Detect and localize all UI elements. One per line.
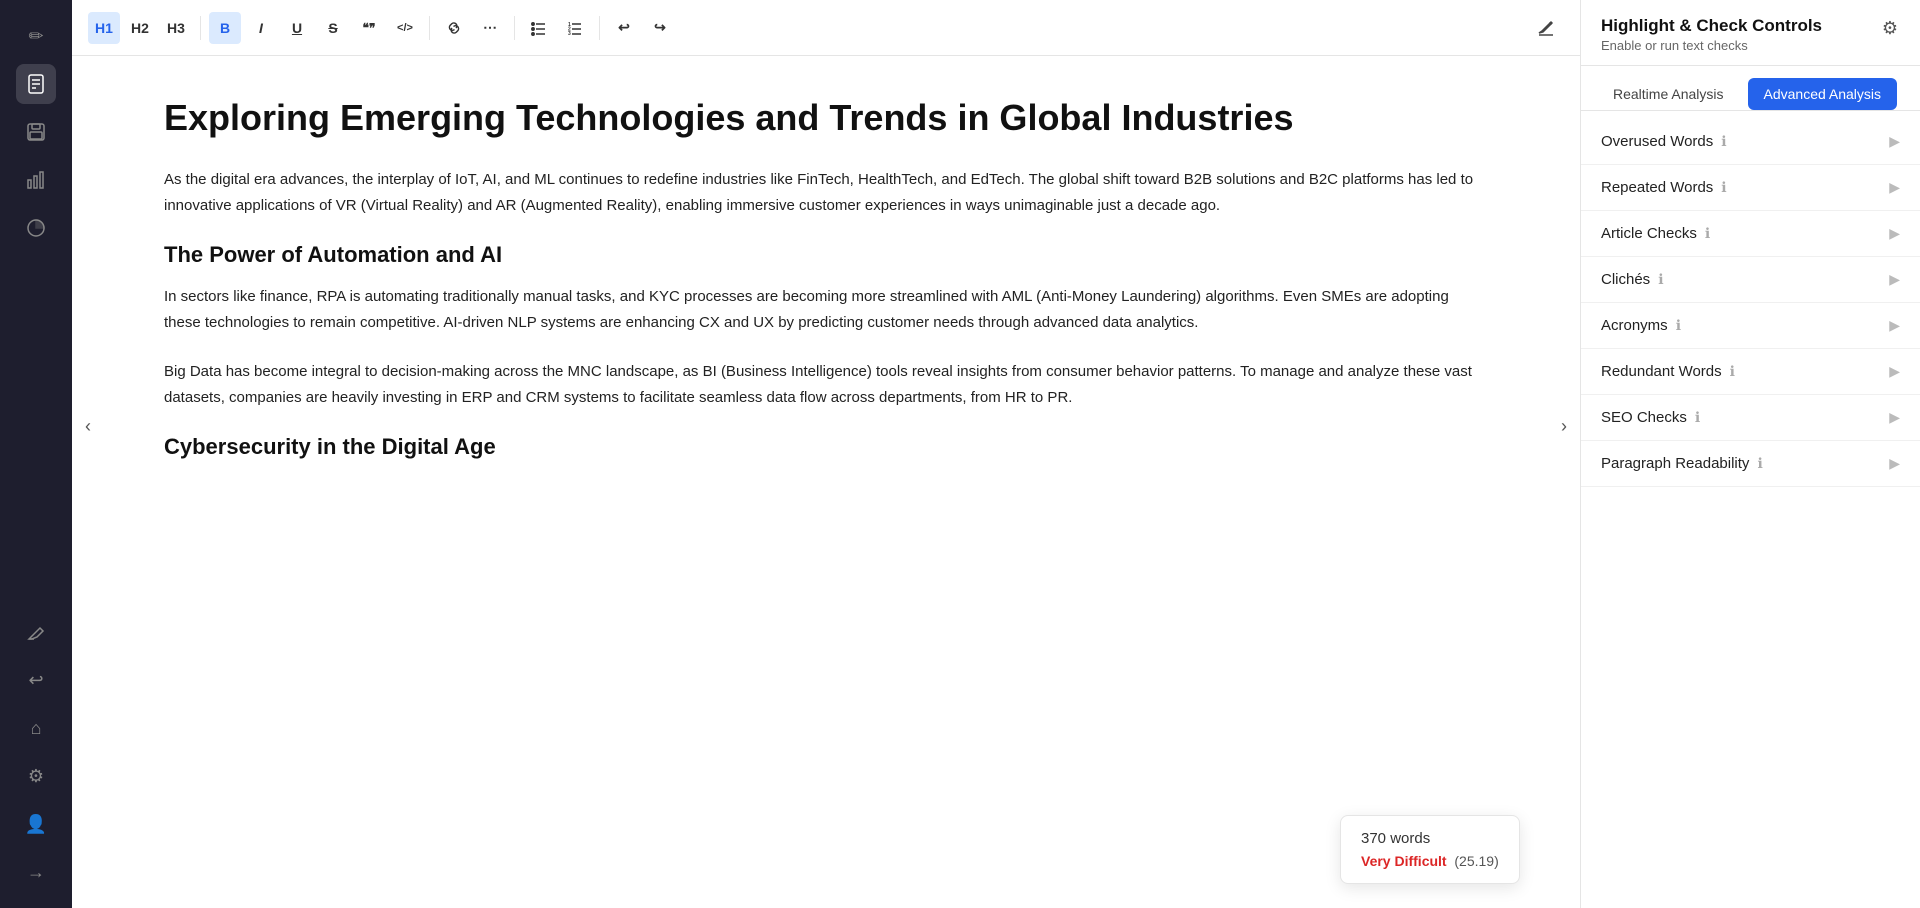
check-item-seo-checks[interactable]: SEO Checks ℹ ▶ [1581,395,1920,441]
redundant-arrow-icon: ▶ [1889,363,1900,380]
check-item-cliches[interactable]: Clichés ℹ ▶ [1581,257,1920,303]
difficulty-score: (25.19) [1454,853,1498,869]
repeated-info-icon: ℹ [1721,179,1726,196]
readability-info-icon: ℹ [1757,455,1762,472]
h1-button[interactable]: H1 [88,12,120,44]
sidebar-user-icon[interactable]: 👤 [16,804,56,844]
sidebar-document-icon[interactable] [16,64,56,104]
bold-button[interactable]: B [209,12,241,44]
strikethrough-button[interactable]: S [317,12,349,44]
article-arrow-icon: ▶ [1889,225,1900,242]
italic-button[interactable]: I [245,12,277,44]
heading-automation: The Power of Automation and AI [164,242,1488,268]
sidebar-chart-icon[interactable] [16,160,56,200]
check-item-redundant-words[interactable]: Redundant Words ℹ ▶ [1581,349,1920,395]
seo-arrow-icon: ▶ [1889,409,1900,426]
paragraph-2: In sectors like finance, RPA is automati… [164,284,1488,335]
edit-mode-button[interactable] [1528,10,1564,46]
svg-text:3: 3 [568,31,571,36]
cliches-info-icon: ℹ [1658,271,1663,288]
divider-2 [429,16,430,40]
quote-button[interactable]: ❝❞ [353,12,385,44]
sidebar-undo-icon[interactable]: ↩ [16,660,56,700]
check-item-article-label: Article Checks ℹ [1601,225,1710,242]
underline-button[interactable]: U [281,12,313,44]
word-count-label: 370 words [1361,830,1499,847]
word-count-difficulty: Very Difficult (25.19) [1361,853,1499,869]
sidebar-settings-icon[interactable]: ⚙ [16,756,56,796]
check-item-readability-label: Paragraph Readability ℹ [1601,455,1763,472]
paragraph-1: As the digital era advances, the interpl… [164,167,1488,218]
check-item-repeated-label: Repeated Words ℹ [1601,179,1727,196]
panel-subtitle: Enable or run text checks [1601,38,1822,53]
check-item-overused-label: Overused Words ℹ [1601,133,1727,150]
bullet-list-button[interactable] [523,12,555,44]
check-item-overused-words[interactable]: Overused Words ℹ ▶ [1581,119,1920,165]
code-button[interactable]: </> [389,12,421,44]
link-button[interactable] [438,12,470,44]
article-info-icon: ℹ [1705,225,1710,242]
check-item-paragraph-readability[interactable]: Paragraph Readability ℹ ▶ [1581,441,1920,487]
panel-header: Highlight & Check Controls Enable or run… [1581,0,1920,66]
divider-3 [514,16,515,40]
tab-advanced-analysis[interactable]: Advanced Analysis [1748,78,1898,110]
nav-left-arrow[interactable]: ‹ [72,56,104,908]
check-item-repeated-words[interactable]: Repeated Words ℹ ▶ [1581,165,1920,211]
seo-info-icon: ℹ [1695,409,1700,426]
redo-toolbar-button[interactable]: ↪ [644,12,676,44]
divider-1 [200,16,201,40]
check-item-acronyms-label: Acronyms ℹ [1601,317,1681,334]
panel-tabs: Realtime Analysis Advanced Analysis [1581,66,1920,111]
more-button[interactable]: ⋯ [474,12,506,44]
panel-check-items: Overused Words ℹ ▶ Repeated Words ℹ ▶ Ar… [1581,111,1920,908]
right-panel: Highlight & Check Controls Enable or run… [1580,0,1920,908]
word-count-popup: 370 words Very Difficult (25.19) [1340,815,1520,884]
overused-info-icon: ℹ [1721,133,1726,150]
repeated-arrow-icon: ▶ [1889,179,1900,196]
overused-arrow-icon: ▶ [1889,133,1900,150]
sidebar-pie-icon[interactable] [16,208,56,248]
readability-arrow-icon: ▶ [1889,455,1900,472]
difficulty-label: Very Difficult [1361,853,1447,869]
h2-button[interactable]: H2 [124,12,156,44]
toolbar: H1 H2 H3 B I U S ❝❞ </> ⋯ [72,0,1580,56]
sidebar-home-icon[interactable]: ⌂ [16,708,56,748]
check-item-redundant-label: Redundant Words ℹ [1601,363,1735,380]
nav-right-arrow[interactable]: › [1548,56,1580,908]
check-item-article-checks[interactable]: Article Checks ℹ ▶ [1581,211,1920,257]
document-title: Exploring Emerging Technologies and Tren… [164,96,1488,139]
heading-cybersecurity: Cybersecurity in the Digital Age [164,434,1488,460]
editor-container: ‹ Exploring Emerging Technologies and Tr… [72,56,1580,908]
panel-title: Highlight & Check Controls [1601,16,1822,36]
check-item-acronyms[interactable]: Acronyms ℹ ▶ [1581,303,1920,349]
tab-realtime-analysis[interactable]: Realtime Analysis [1597,78,1740,110]
sidebar-pen-icon[interactable]: ✏ [16,16,56,56]
numbered-list-button[interactable]: 1 2 3 [559,12,591,44]
sidebar-highlight-icon[interactable] [16,612,56,652]
sidebar-arrow-icon[interactable]: → [16,852,56,892]
main-area: H1 H2 H3 B I U S ❝❞ </> ⋯ [72,0,1580,908]
divider-4 [599,16,600,40]
redundant-info-icon: ℹ [1730,363,1735,380]
sidebar-save-icon[interactable] [16,112,56,152]
acronyms-info-icon: ℹ [1676,317,1681,334]
sidebar: ✏ ↩ ⌂ ⚙ [0,0,72,908]
h3-button[interactable]: H3 [160,12,192,44]
undo-toolbar-button[interactable]: ↩ [608,12,640,44]
panel-settings-icon[interactable]: ⚙ [1880,16,1900,41]
cliches-arrow-icon: ▶ [1889,271,1900,288]
acronyms-arrow-icon: ▶ [1889,317,1900,334]
check-item-cliches-label: Clichés ℹ [1601,271,1664,288]
check-item-seo-label: SEO Checks ℹ [1601,409,1700,426]
editor-content[interactable]: Exploring Emerging Technologies and Tren… [104,56,1548,908]
paragraph-3: Big Data has become integral to decision… [164,359,1488,410]
